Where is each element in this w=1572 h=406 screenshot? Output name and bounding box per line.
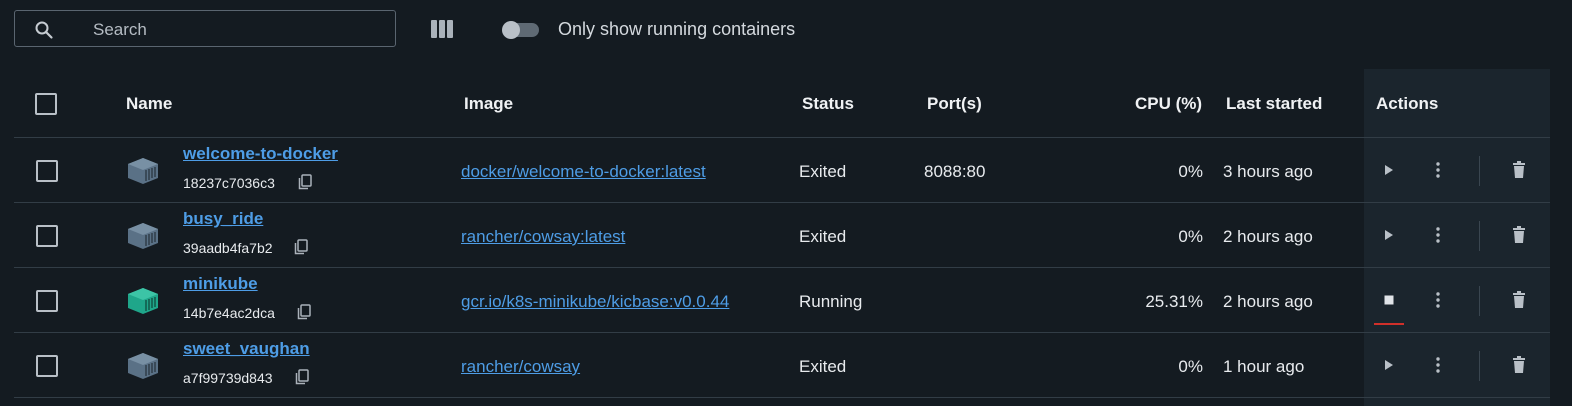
cpu-value: 0% xyxy=(1178,227,1203,246)
copy-icon[interactable] xyxy=(295,369,309,385)
play-icon[interactable] xyxy=(1382,227,1396,243)
trash-icon[interactable] xyxy=(1511,226,1527,244)
row-checkbox[interactable] xyxy=(36,290,58,312)
table-row[interactable]: busy_ride 39aadb4fa7b2 rancher/cowsay:la… xyxy=(14,203,1550,268)
search-input[interactable] xyxy=(91,18,385,42)
actions-divider xyxy=(1479,221,1480,251)
container-id: 39aadb4fa7b2 xyxy=(183,240,273,256)
row-checkbox[interactable] xyxy=(36,355,58,377)
row-checkbox[interactable] xyxy=(36,225,58,247)
image-link[interactable]: docker/welcome-to-docker:latest xyxy=(461,162,706,182)
status-text: Exited xyxy=(799,357,847,376)
last-started: 2 hours ago xyxy=(1223,227,1313,246)
header-image[interactable]: Image xyxy=(464,94,513,114)
more-vertical-icon[interactable] xyxy=(1433,161,1443,179)
header-actions: Actions xyxy=(1376,94,1439,113)
trash-icon[interactable] xyxy=(1511,356,1527,374)
header-cpu[interactable]: CPU (%) xyxy=(1135,94,1202,114)
port-link[interactable]: 8088:80 xyxy=(924,162,985,182)
header-name[interactable]: Name xyxy=(126,94,172,114)
copy-icon[interactable] xyxy=(298,174,312,190)
container-running-icon xyxy=(128,288,158,314)
more-vertical-icon[interactable] xyxy=(1433,291,1443,309)
container-icon xyxy=(128,353,158,379)
header-last-started[interactable]: Last started xyxy=(1226,94,1322,114)
status-text: Running xyxy=(799,292,863,311)
image-link[interactable]: rancher/cowsay xyxy=(461,357,580,377)
container-id: a7f99739d843 xyxy=(183,370,273,386)
container-name-link[interactable]: minikube xyxy=(183,274,258,294)
toggle-label: Only show running containers xyxy=(558,19,796,39)
actions-divider xyxy=(1479,286,1480,316)
trash-icon[interactable] xyxy=(1511,161,1527,179)
container-name-link[interactable]: busy_ride xyxy=(183,209,263,229)
table-row[interactable]: minikube 14b7e4ac2dca gcr.io/k8s-minikub… xyxy=(14,268,1550,333)
table-row[interactable]: welcome-to-docker 18237c7036c3 docker/we… xyxy=(14,138,1550,203)
container-name-link[interactable]: sweet_vaughan xyxy=(183,339,310,359)
status-text: Exited xyxy=(799,162,847,181)
header-status[interactable]: Status xyxy=(802,94,854,114)
image-link[interactable]: gcr.io/k8s-minikube/kicbase:v0.0.44 xyxy=(461,292,729,312)
actions-divider xyxy=(1479,156,1480,186)
toggle-knob xyxy=(502,21,520,39)
toolbar: Only show running containers xyxy=(0,0,1572,60)
status-text: Exited xyxy=(799,227,847,246)
play-icon[interactable] xyxy=(1382,162,1396,178)
table-row[interactable]: sweet_vaughan a7f99739d843 rancher/cowsa… xyxy=(14,333,1550,398)
table-header: Name Image Status Port(s) CPU (%) Last s… xyxy=(14,69,1550,138)
columns-icon[interactable] xyxy=(430,19,454,39)
copy-icon[interactable] xyxy=(297,304,311,320)
cpu-value: 0% xyxy=(1178,357,1203,376)
container-name-link[interactable]: welcome-to-docker xyxy=(183,144,338,164)
trash-icon[interactable] xyxy=(1511,291,1527,309)
cpu-value: 25.31% xyxy=(1145,292,1203,311)
select-all-checkbox[interactable] xyxy=(35,93,57,115)
cpu-value: 0% xyxy=(1178,162,1203,181)
search-icon xyxy=(35,21,53,39)
play-icon[interactable] xyxy=(1382,357,1396,373)
row-checkbox[interactable] xyxy=(36,160,58,182)
image-link[interactable]: rancher/cowsay:latest xyxy=(461,227,625,247)
search-box[interactable] xyxy=(14,10,396,47)
more-vertical-icon[interactable] xyxy=(1433,226,1443,244)
container-icon xyxy=(128,223,158,249)
container-icon xyxy=(128,158,158,184)
container-id: 18237c7036c3 xyxy=(183,175,275,191)
container-id: 14b7e4ac2dca xyxy=(183,305,275,321)
running-only-toggle[interactable] xyxy=(502,21,539,39)
header-ports[interactable]: Port(s) xyxy=(927,94,982,114)
copy-icon[interactable] xyxy=(294,239,308,255)
actions-divider xyxy=(1479,351,1480,381)
last-started: 1 hour ago xyxy=(1223,357,1305,376)
last-started: 2 hours ago xyxy=(1223,292,1313,311)
stop-button-focus-indicator xyxy=(1374,323,1404,325)
stop-icon[interactable] xyxy=(1382,292,1396,308)
more-vertical-icon[interactable] xyxy=(1433,356,1443,374)
last-started: 3 hours ago xyxy=(1223,162,1313,181)
